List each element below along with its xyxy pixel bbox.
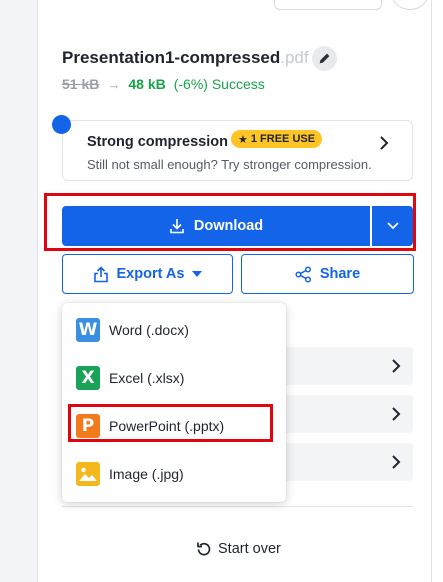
chevron-right-icon xyxy=(392,359,401,373)
share-label: Share xyxy=(319,266,361,282)
strong-compression-subtitle: Still not small enough? Try stronger com… xyxy=(87,157,372,172)
share-icon xyxy=(295,265,311,283)
export-word-item[interactable]: W Word (.docx) xyxy=(76,317,189,343)
chevron-right-icon xyxy=(392,455,401,469)
panel-right-border xyxy=(431,0,432,582)
star-icon: ★ xyxy=(238,133,248,146)
export-image-item[interactable]: Image (.jpg) xyxy=(76,461,184,487)
share-button[interactable]: Share xyxy=(241,254,414,294)
compressed-size: 48 kB xyxy=(128,76,166,92)
top-avatar-button[interactable] xyxy=(391,0,429,10)
caret-down-icon xyxy=(192,271,203,277)
excel-icon: X xyxy=(76,366,100,390)
export-icon xyxy=(93,265,108,282)
export-as-button[interactable]: Export As xyxy=(62,254,233,294)
arrow-right-icon: → xyxy=(107,76,121,92)
chevron-right-icon xyxy=(380,136,389,150)
free-use-label: 1 FREE USE xyxy=(250,133,316,145)
picture-icon xyxy=(79,467,97,481)
file-title: Presentation1-compressed.pdf xyxy=(62,48,309,68)
file-extension: .pdf xyxy=(280,48,309,67)
pencil-icon xyxy=(319,53,330,64)
export-excel-item[interactable]: X Excel (.xlsx) xyxy=(76,365,184,391)
compression-status: (-6%) Success xyxy=(173,76,265,92)
rename-button[interactable] xyxy=(312,46,337,71)
left-sidebar-strip xyxy=(0,0,38,582)
notification-dot xyxy=(52,115,71,134)
powerpoint-highlight-box xyxy=(68,404,273,442)
file-name: Presentation1-compressed xyxy=(62,48,281,67)
start-over-label: Start over xyxy=(218,541,281,557)
section-divider xyxy=(62,506,413,507)
download-highlight-box xyxy=(44,193,416,251)
strong-compression-card[interactable]: Strong compression ★ 1 FREE USE Still no… xyxy=(62,120,413,181)
compression-result: 51 kB → 48 kB (-6%) Success xyxy=(62,76,265,92)
chevron-right-icon xyxy=(392,407,401,421)
restart-icon xyxy=(197,542,211,556)
export-as-label: Export As xyxy=(116,266,185,282)
top-toolbar-button[interactable] xyxy=(274,0,382,10)
strong-compression-title: Strong compression xyxy=(87,134,228,150)
export-menu: W Word (.docx) X Excel (.xlsx) P PowerPo… xyxy=(62,303,286,502)
original-size: 51 kB xyxy=(62,76,100,92)
export-image-label: Image (.jpg) xyxy=(109,466,184,482)
export-excel-label: Excel (.xlsx) xyxy=(109,370,185,386)
export-word-label: Word (.docx) xyxy=(109,322,189,338)
free-use-badge: ★ 1 FREE USE xyxy=(231,130,323,148)
word-icon: W xyxy=(76,318,100,342)
start-over-button[interactable]: Start over xyxy=(196,541,281,557)
image-icon xyxy=(76,462,100,486)
